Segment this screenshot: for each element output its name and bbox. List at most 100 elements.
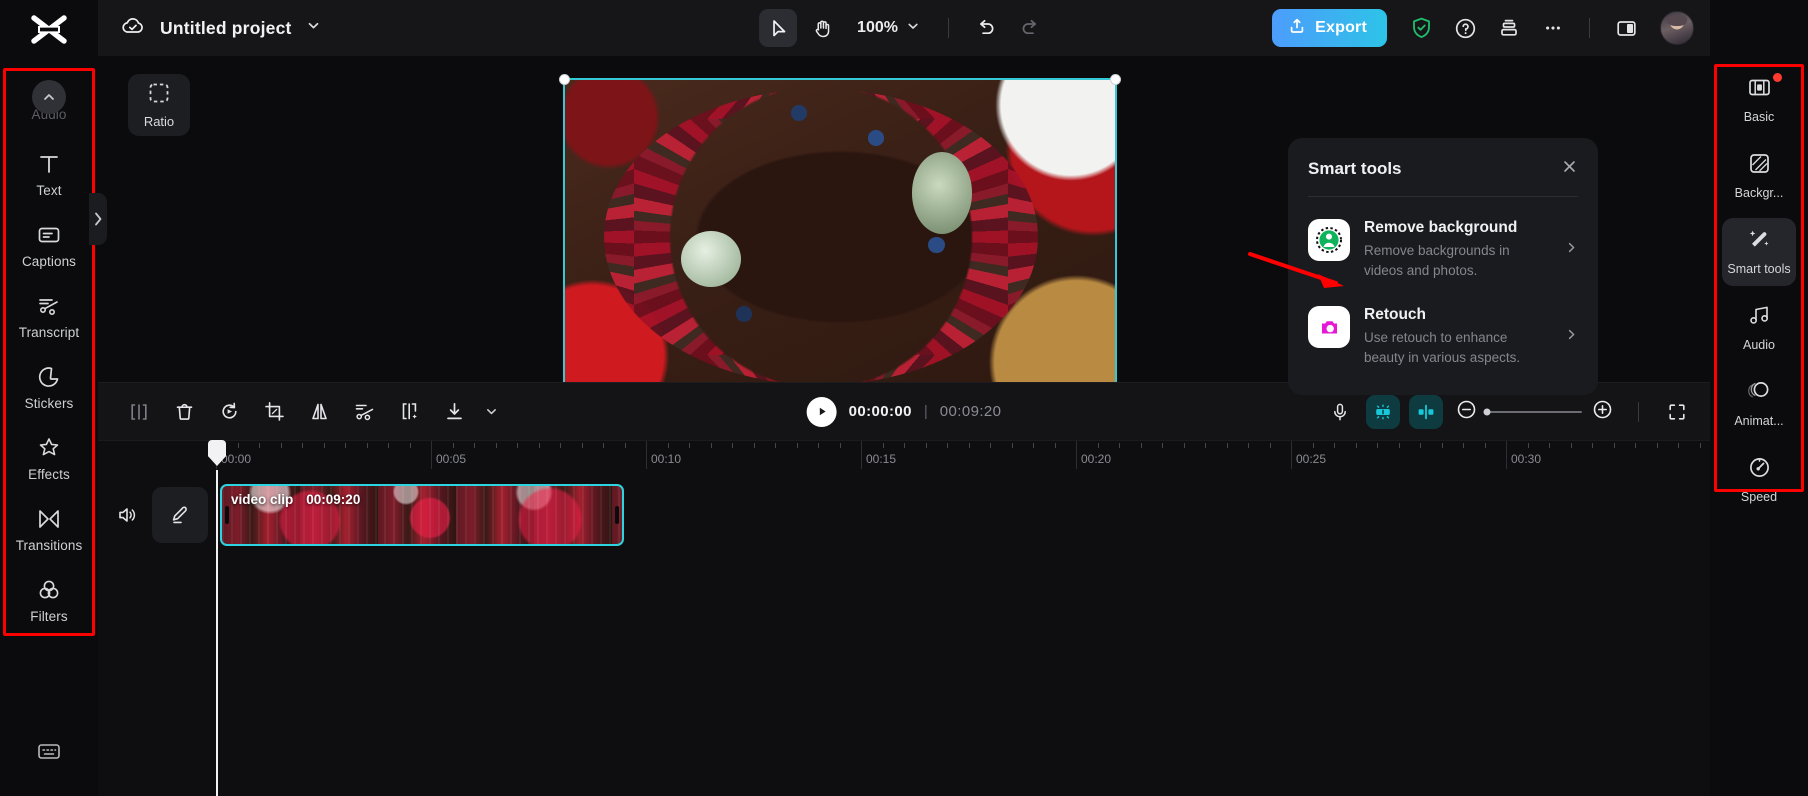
crop-icon[interactable] [257, 395, 291, 429]
ruler-minor-tick [839, 443, 841, 448]
close-x-icon[interactable] [1561, 158, 1578, 180]
ruler-minor-tick [474, 443, 475, 448]
sidebar-item-basic[interactable]: Basic [1722, 66, 1796, 134]
header-divider-2 [1589, 18, 1590, 38]
resize-handle-top-left[interactable] [559, 74, 570, 85]
timeline-ruler[interactable]: 00:0000:0500:1000:1500:2000:2500:3000:35 [98, 440, 1808, 470]
sidebar-item-transcript[interactable]: Transcript [0, 281, 98, 352]
ruler-tick-label: 00:30 [1511, 452, 1542, 466]
sidebar-item-speed[interactable]: Speed [1722, 446, 1796, 514]
ratio-button-label: Ratio [143, 113, 175, 129]
blue-ornament [867, 130, 884, 146]
freeze-frame-icon[interactable] [392, 395, 426, 429]
sidebar-item-smart-tools[interactable]: Smart tools [1722, 218, 1796, 286]
sidebar-item-captions[interactable]: Captions [0, 210, 98, 281]
timeline-zoom-slider[interactable] [1456, 399, 1613, 425]
sidebar-item-effects[interactable]: Effects [0, 423, 98, 494]
upload-icon [1288, 17, 1306, 40]
capcut-logo-icon[interactable] [0, 0, 98, 62]
sidebar-item-filters[interactable]: Filters [0, 565, 98, 636]
text-t-icon [36, 151, 62, 177]
chevron-down-icon[interactable] [306, 18, 321, 38]
project-title-group[interactable]: Untitled project [120, 15, 321, 42]
sidebar-item-background[interactable]: Backgr... [1722, 142, 1796, 210]
clip-name: video clip [231, 492, 294, 507]
notification-badge [1773, 73, 1782, 82]
remove-background-icon [1308, 219, 1350, 261]
mirror-flip-icon[interactable] [302, 395, 336, 429]
hand-icon[interactable] [803, 9, 841, 47]
ellipsis-icon[interactable] [1533, 8, 1573, 48]
panel-layout-icon[interactable] [1606, 8, 1646, 48]
chevron-up-collapse-icon[interactable] [32, 80, 66, 114]
speaker-volume-icon[interactable] [112, 500, 142, 530]
ruler-minor-tick [1441, 443, 1443, 448]
fit-to-screen-icon[interactable] [1660, 395, 1694, 429]
ruler-minor-tick [237, 443, 239, 448]
ruler-tick-label: 00:25 [1296, 452, 1327, 466]
sidebar-item-transitions[interactable]: Transitions [0, 494, 98, 565]
playhead[interactable] [208, 440, 226, 796]
ruler-minor-tick [581, 443, 583, 448]
sidebar-item-stickers[interactable]: Stickers [0, 352, 98, 423]
undo-icon[interactable] [967, 9, 1005, 47]
export-button[interactable]: Export [1272, 9, 1387, 47]
pencil-edit-icon[interactable] [152, 487, 208, 543]
snap-to-clip-icon[interactable] [1409, 394, 1443, 429]
shield-check-icon[interactable] [1401, 8, 1441, 48]
plus-circle-icon[interactable] [1592, 399, 1613, 425]
ruler-minor-tick [1420, 443, 1421, 448]
question-circle-icon[interactable] [1445, 8, 1485, 48]
redo-icon[interactable] [1011, 9, 1049, 47]
cloud-check-icon [120, 15, 146, 42]
download-icon[interactable] [437, 395, 471, 429]
smart-tool-remove-background[interactable]: Remove background Remove backgrounds in … [1308, 205, 1578, 292]
ruler-minor-tick [1334, 443, 1335, 448]
chevron-right-icon [1565, 241, 1578, 259]
sidebar-item-animation[interactable]: Animat... [1722, 370, 1796, 438]
ruler-minor-tick [323, 443, 325, 448]
ratio-button[interactable]: Ratio [128, 74, 190, 136]
sidebar-item-keyboard[interactable] [0, 710, 98, 796]
ruler-minor-tick [710, 443, 712, 448]
cursor-arrow-icon[interactable] [759, 9, 798, 47]
video-preview-selection[interactable] [559, 74, 1121, 428]
smart-tool-subtitle: Remove backgrounds in videos and photos. [1364, 243, 1510, 278]
zoom-slider-track[interactable] [1483, 408, 1582, 415]
resize-handle-top-right[interactable] [1110, 74, 1121, 85]
sidebar-item-audio[interactable]: Audio [1722, 294, 1796, 362]
delete-trash-icon[interactable] [167, 395, 201, 429]
ruler-minor-tick [1656, 443, 1658, 448]
ruler-minor-tick [495, 443, 497, 448]
smart-tool-retouch[interactable]: Retouch Use retouch to enhance beauty in… [1308, 292, 1578, 379]
zoom-slider-knob[interactable] [1483, 408, 1491, 415]
background-icon [1747, 151, 1772, 181]
ruler-minor-tick [818, 443, 819, 448]
stack-layers-icon[interactable] [1489, 8, 1529, 48]
zoom-level-dropdown[interactable]: 100% [847, 10, 930, 46]
playback-controls: 00:00:00 | 00:09:20 [806, 396, 1002, 427]
clip-trim-handle-left[interactable] [225, 506, 229, 524]
sidebar-item-text[interactable]: Text [0, 139, 98, 210]
top-header-bar: Untitled project 100% Export [98, 0, 1710, 56]
ruler-minor-tick [409, 443, 411, 448]
ruler-minor-tick [452, 443, 454, 448]
ruler-minor-tick [882, 443, 884, 448]
cut-audio-icon[interactable] [347, 395, 381, 429]
sidebar-item-audio[interactable]: Audio [0, 68, 98, 139]
auto-fit-icon[interactable] [1366, 394, 1400, 429]
minus-circle-icon[interactable] [1456, 399, 1477, 425]
chevron-down-icon[interactable] [482, 395, 500, 429]
clip-trim-handle-right[interactable] [615, 506, 619, 524]
header-right-actions: Export [1272, 8, 1694, 48]
greenery-sprig [680, 230, 741, 288]
play-icon[interactable] [806, 396, 837, 427]
split-icon[interactable] [122, 395, 156, 429]
rotate-icon[interactable] [212, 395, 246, 429]
microphone-icon[interactable] [1323, 395, 1357, 429]
avatar[interactable] [1660, 11, 1694, 45]
left-panel-expand-handle[interactable] [89, 193, 107, 245]
sidebar-item-label: Filters [30, 609, 68, 624]
timeline-divider [1638, 401, 1639, 422]
table-row[interactable]: video clip 00:09:20 [220, 484, 624, 546]
